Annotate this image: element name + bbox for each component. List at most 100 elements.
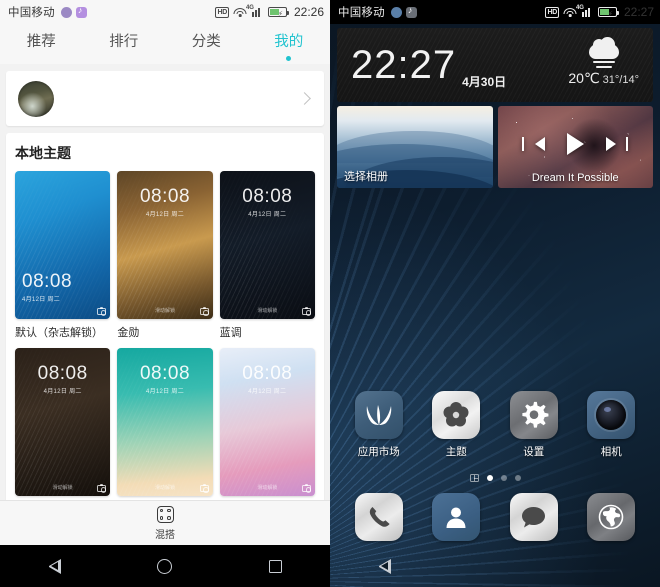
mix-match-bar[interactable]: 混搭 <box>0 500 330 545</box>
weather-block[interactable]: 20℃ 31°/14° <box>568 36 639 87</box>
play-icon[interactable] <box>566 133 584 155</box>
theme-thumbnail[interactable]: 08:08 4月12日 周二 滑动解锁 <box>219 348 315 496</box>
dock-browser[interactable] <box>580 493 642 541</box>
app-themes[interactable]: 主题 <box>425 391 487 459</box>
page-dot-3[interactable] <box>514 475 521 481</box>
widget-row: 选择相册 Dream It Possible <box>337 106 653 188</box>
lockscreen-date: 4月12日 周二 <box>248 389 287 395</box>
tab-bar[interactable]: 推荐 排行 分类 我的 <box>0 24 330 64</box>
section-title: 本地主题 <box>15 145 71 161</box>
phone-icon[interactable] <box>354 493 403 541</box>
theme-thumbnail[interactable]: 08:08 4月12日 周二 滑动解锁 <box>15 348 111 496</box>
speech-bubble-glyph <box>522 507 546 528</box>
camera-icon <box>97 484 107 493</box>
mix-match-grid-icon[interactable] <box>156 505 174 523</box>
tab-category-label: 分类 <box>191 34 221 50</box>
signal-icon: 4G <box>246 5 263 17</box>
lockscreen-time: 08:08 <box>242 186 293 207</box>
profile-card[interactable] <box>6 71 324 126</box>
theme-thumbnail[interactable]: 08:08 4月12日 周二 滑动解锁 <box>117 171 213 319</box>
huawei-appmarket-icon[interactable] <box>354 391 403 439</box>
app-area: 应用市场 主题 设置 相机 <box>330 188 660 545</box>
back-triangle-icon[interactable] <box>48 558 62 574</box>
dock-messages[interactable] <box>503 493 565 541</box>
lockscreen-time: 08:08 <box>139 186 191 207</box>
network-label: 4G <box>245 5 254 11</box>
app-appmarket[interactable]: 应用市场 <box>348 391 410 459</box>
globe-glyph <box>598 504 624 530</box>
clock-weather-widget[interactable]: 22:27 4月30日 20℃ 31°/14° <box>337 28 653 102</box>
next-icon[interactable] <box>605 137 629 151</box>
back-triangle-icon[interactable] <box>378 558 392 574</box>
dock-contacts[interactable] <box>425 493 487 541</box>
app-label: 应用市场 <box>357 446 400 458</box>
app-label: 设置 <box>523 446 545 458</box>
theme-label: 蓝调 <box>219 327 242 339</box>
theme-item[interactable]: 08:08 4月12日 周二 滑动解锁 金勋 <box>117 171 213 340</box>
notification-icons <box>60 5 87 18</box>
theme-label: 默认（杂志解锁） <box>15 327 103 339</box>
app-settings[interactable]: 设置 <box>503 391 565 459</box>
lockscreen-date: 4月12日 周二 <box>145 212 185 218</box>
carrier-label: 中国移动 <box>8 7 55 19</box>
battery-charging-icon: ⚡ <box>267 7 289 18</box>
lockscreen-time: 08:08 <box>37 363 88 384</box>
app-camera[interactable]: 相机 <box>580 391 642 459</box>
contacts-icon[interactable] <box>432 493 481 541</box>
browser-globe-icon[interactable] <box>587 493 636 541</box>
unlock-hint: 滑动解锁 <box>154 485 175 491</box>
photo-album-widget[interactable]: 选择相册 <box>337 106 493 188</box>
status-time: 22:27 <box>623 5 654 19</box>
chevron-right-icon[interactable] <box>298 92 311 105</box>
navigation-bar[interactable] <box>0 545 330 587</box>
widget-date: 4月30日 <box>462 75 507 89</box>
camera-icon <box>199 307 209 316</box>
fog-cloud-icon <box>587 36 621 68</box>
page-dot-2[interactable] <box>500 475 507 481</box>
theme-thumbnail[interactable]: 08:08 4月12日 周二 滑动解锁 <box>117 348 213 496</box>
theme-item[interactable]: 08:08 4月12日 周二 滑动解锁 <box>117 348 213 500</box>
page-dot-1[interactable] <box>486 475 493 481</box>
themes-flower-icon[interactable] <box>432 391 481 439</box>
theme-item[interactable]: 08:08 4月12日 周二 滑动解锁 蓝调 <box>219 171 315 340</box>
tab-recommend-label: 推荐 <box>26 34 56 50</box>
left-phone-screen: 中国移动 HD 4G ⚡ 22:26 推荐 排行 <box>0 0 330 587</box>
home-circle-icon[interactable] <box>157 558 173 574</box>
settings-gear-icon[interactable] <box>509 391 558 439</box>
tab-category[interactable]: 分类 <box>186 28 227 51</box>
huawei-petal-glyph <box>366 405 392 425</box>
carrier-label: 中国移动 <box>338 7 385 19</box>
camera-icon <box>97 307 107 316</box>
previous-icon[interactable] <box>521 137 545 151</box>
camera-icon <box>302 484 311 493</box>
theme-item[interactable]: 08:08 4月12日 周二 滑动解锁 <box>15 348 111 500</box>
current-temp: 20℃ <box>568 69 600 86</box>
dock <box>330 493 660 541</box>
home-screen-icon[interactable] <box>469 474 479 482</box>
recents-square-icon[interactable] <box>268 559 282 573</box>
mix-match-label: 混搭 <box>155 529 175 541</box>
notification-icons <box>390 5 417 18</box>
app-label: 相机 <box>600 446 622 458</box>
music-note-icon <box>75 5 87 18</box>
music-player-widget[interactable]: Dream It Possible <box>497 106 653 188</box>
avatar[interactable] <box>18 80 54 117</box>
theme-item[interactable]: 08:08 4月12日 周二 滑动解锁 <box>219 348 315 500</box>
network-label: 4G <box>575 5 584 11</box>
hd-icon: HD <box>215 6 229 18</box>
dock-phone[interactable] <box>348 493 410 541</box>
camera-lens-icon[interactable] <box>587 391 636 439</box>
theme-grid: 08:08 4月12日 周二 默认（杂志解锁） 08:08 4月12日 周二 滑… <box>15 171 315 500</box>
tab-ranking[interactable]: 排行 <box>103 28 144 51</box>
status-right-icons: HD 4G ⚡ 22:27 <box>545 5 654 19</box>
lockscreen-time: 08:08 <box>139 363 191 384</box>
tab-mine[interactable]: 我的 <box>268 28 309 61</box>
handset-glyph <box>369 507 390 527</box>
theme-thumbnail[interactable]: 08:08 4月12日 周二 滑动解锁 <box>219 171 315 319</box>
theme-thumbnail[interactable]: 08:08 4月12日 周二 <box>15 171 111 319</box>
tab-recommend[interactable]: 推荐 <box>21 28 62 51</box>
messages-icon[interactable] <box>509 493 558 541</box>
silent-icon <box>405 5 417 18</box>
theme-item[interactable]: 08:08 4月12日 周二 默认（杂志解锁） <box>15 171 111 340</box>
page-indicator[interactable] <box>330 473 660 483</box>
